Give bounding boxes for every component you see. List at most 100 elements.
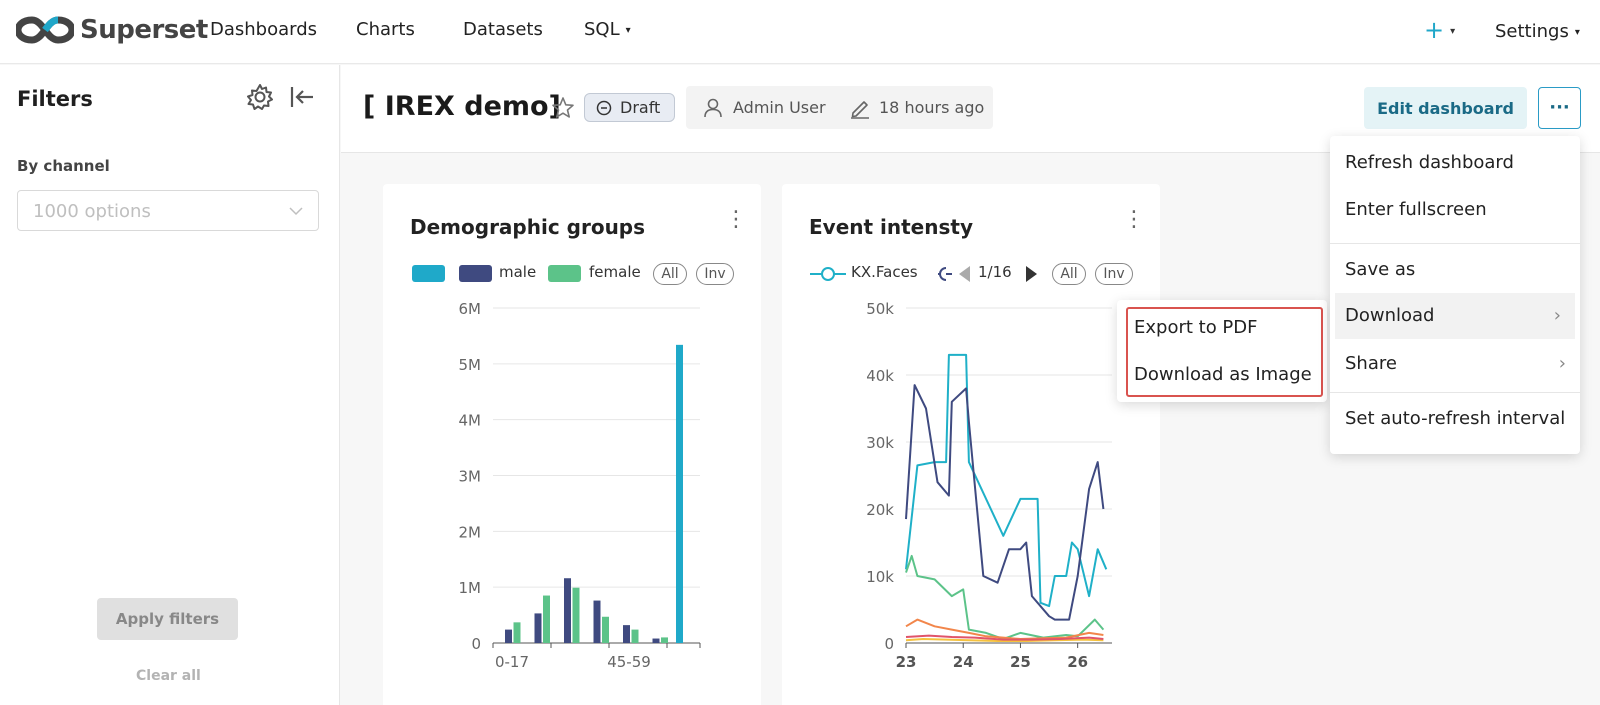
- y-tick-label: 10k: [866, 568, 894, 586]
- line-chart: 0 10k 20k 30k 40k 50k 23 24 25 26: [866, 300, 1112, 671]
- bar-unknown: [676, 344, 683, 643]
- x-tick-label: 0-17: [495, 653, 529, 671]
- bar-male: [505, 629, 512, 643]
- menu-item-share[interactable]: Share ›: [1330, 341, 1580, 387]
- plus-icon: +: [1424, 16, 1445, 44]
- legend-swatch-female[interactable]: [548, 265, 581, 282]
- series-line: [905, 384, 1105, 621]
- menu-divider: [1330, 392, 1580, 393]
- x-tick-label: 45-59: [607, 653, 651, 671]
- bar-female: [661, 637, 668, 643]
- bar-female: [631, 629, 639, 643]
- nav-dashboards[interactable]: Dashboards: [210, 19, 317, 40]
- apply-filters-button[interactable]: Apply filters: [97, 598, 238, 640]
- chevron-right-icon: ›: [1558, 353, 1566, 374]
- series-line: [905, 353, 1108, 608]
- caret-down-icon: ▾: [1574, 26, 1580, 38]
- nav-charts[interactable]: Charts: [356, 19, 415, 40]
- download-submenu: Export to PDF Download as Image: [1117, 300, 1327, 402]
- x-tick-label: 24: [953, 653, 974, 671]
- clear-all-button[interactable]: Clear all: [136, 668, 201, 684]
- chevron-right-icon: ›: [1553, 305, 1561, 326]
- share-label: Share: [1345, 353, 1397, 374]
- superset-logo-icon: [16, 16, 74, 44]
- draft-status-badge[interactable]: Draft: [584, 93, 675, 122]
- nav-datasets[interactable]: Datasets: [463, 19, 543, 40]
- download-as-image-item[interactable]: Download as Image: [1134, 364, 1312, 385]
- modified-time: 18 hours ago: [879, 98, 985, 117]
- gear-icon[interactable]: [246, 83, 274, 115]
- pencil-icon: [849, 97, 871, 123]
- menu-item-download[interactable]: Download ›: [1335, 293, 1575, 339]
- y-tick-label: 2M: [459, 523, 482, 541]
- menu-item-enter-fullscreen[interactable]: Enter fullscreen: [1330, 187, 1580, 233]
- y-tick-label: 1M: [459, 579, 482, 597]
- y-tick-label: 20k: [866, 501, 894, 519]
- x-tick-label: 26: [1067, 653, 1088, 671]
- filter-sidebar: Filters By channel 1000 options Apply fi…: [0, 65, 340, 705]
- legend-invert[interactable]: Inv: [1095, 263, 1133, 285]
- menu-item-refresh-dashboard[interactable]: Refresh dashboard: [1330, 140, 1580, 186]
- legend-label-male[interactable]: male: [499, 263, 536, 281]
- nav-settings-label: Settings: [1495, 21, 1569, 42]
- nav-add-new[interactable]: + ▾: [1424, 16, 1455, 44]
- owner-name: Admin User: [733, 98, 826, 117]
- y-tick-label: 4M: [459, 412, 482, 430]
- bar-chart: 0 1M 2M 3M 4M 5M 6M 0-17 45-59: [459, 300, 701, 671]
- x-tick-label: 23: [896, 653, 917, 671]
- bar-male: [534, 613, 542, 643]
- nav-settings[interactable]: Settings ▾: [1495, 21, 1580, 42]
- y-tick-label: 30k: [866, 434, 894, 452]
- chart-title: Demographic groups: [410, 215, 646, 239]
- legend-label-female[interactable]: female: [589, 263, 641, 281]
- menu-divider: [1330, 243, 1580, 244]
- legend-select-all[interactable]: All: [653, 263, 687, 285]
- filters-title: Filters: [17, 87, 93, 111]
- legend-label-kxfaces[interactable]: KX.Faces: [851, 263, 918, 281]
- export-to-pdf-item[interactable]: Export to PDF: [1134, 317, 1258, 338]
- chart-card-event-intensity: Event intensty ⋮ KX.Faces 1/16 All Inv 0…: [782, 184, 1160, 705]
- bar-male: [652, 638, 660, 643]
- legend-swatch-male[interactable]: [459, 265, 492, 282]
- bar-male: [564, 578, 571, 643]
- legend-line-kxfaces-icon[interactable]: [810, 265, 846, 287]
- x-tick-label: 25: [1010, 653, 1031, 671]
- superset-logo[interactable]: Superset: [16, 14, 208, 46]
- filter-label-by-channel: By channel: [17, 157, 110, 175]
- nav-sql[interactable]: SQL ▾: [584, 19, 631, 40]
- select-placeholder: 1000 options: [33, 201, 151, 222]
- chart-card-demographic-groups: Demographic groups ⋮ male female All Inv…: [383, 184, 761, 705]
- star-icon[interactable]: [551, 96, 575, 124]
- bar-male: [593, 600, 601, 643]
- bar-female: [513, 622, 521, 643]
- edit-dashboard-button[interactable]: Edit dashboard: [1364, 87, 1527, 129]
- bar-female: [543, 595, 550, 643]
- superset-logo-text: Superset: [80, 15, 208, 45]
- collapse-sidebar-icon[interactable]: [289, 83, 315, 115]
- legend-invert[interactable]: Inv: [696, 263, 734, 285]
- y-tick-label: 50k: [866, 300, 894, 318]
- chart-menu-icon[interactable]: ⋮: [725, 209, 747, 231]
- menu-item-save-as[interactable]: Save as: [1330, 247, 1580, 293]
- more-options-button[interactable]: ···: [1538, 87, 1581, 129]
- chart-menu-icon[interactable]: ⋮: [1123, 209, 1145, 231]
- y-tick-label: 40k: [866, 367, 894, 385]
- legend-line-next-icon[interactable]: [930, 265, 952, 287]
- chevron-down-icon: [288, 203, 304, 223]
- legend-prev-page-icon[interactable]: [959, 266, 970, 282]
- legend-select-all[interactable]: All: [1052, 263, 1086, 285]
- nav-sql-label: SQL: [584, 19, 620, 40]
- caret-down-icon: ▾: [625, 24, 631, 36]
- menu-item-set-auto-refresh[interactable]: Set auto-refresh interval: [1330, 396, 1580, 442]
- dashboard-title[interactable]: [ IREX demo]: [363, 91, 561, 122]
- caret-down-icon: ▾: [1450, 25, 1456, 37]
- by-channel-select[interactable]: 1000 options: [17, 190, 319, 231]
- download-label: Download: [1345, 305, 1435, 326]
- bar-male: [623, 625, 630, 643]
- dashboard-metadata: Admin User 18 hours ago: [686, 86, 993, 129]
- bar-female: [572, 587, 580, 643]
- legend-next-page-icon[interactable]: [1026, 266, 1037, 282]
- chart-title: Event intensty: [809, 215, 973, 239]
- legend-swatch-unknown[interactable]: [412, 265, 445, 282]
- y-tick-label: 0: [884, 635, 894, 653]
